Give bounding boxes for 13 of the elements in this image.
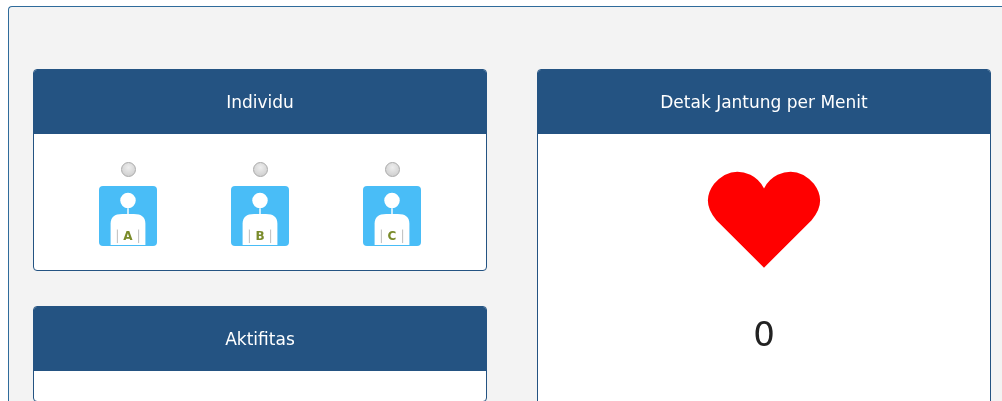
person-label: C [386, 229, 398, 243]
radio-button[interactable] [120, 162, 136, 177]
person-avatar[interactable]: B [231, 186, 289, 246]
heart-rate-value: 0 [753, 314, 775, 354]
person-avatar[interactable]: C [363, 186, 421, 246]
person-label: B [254, 229, 266, 243]
radio-button[interactable] [252, 162, 268, 177]
card-title: Detak Jantung per Menit [660, 92, 868, 112]
card-title: Individu [226, 92, 294, 112]
radio-button[interactable] [384, 162, 400, 177]
person-avatar[interactable]: A [99, 186, 157, 246]
person-label: A [122, 229, 134, 243]
card-title: Aktifitas [225, 329, 295, 349]
